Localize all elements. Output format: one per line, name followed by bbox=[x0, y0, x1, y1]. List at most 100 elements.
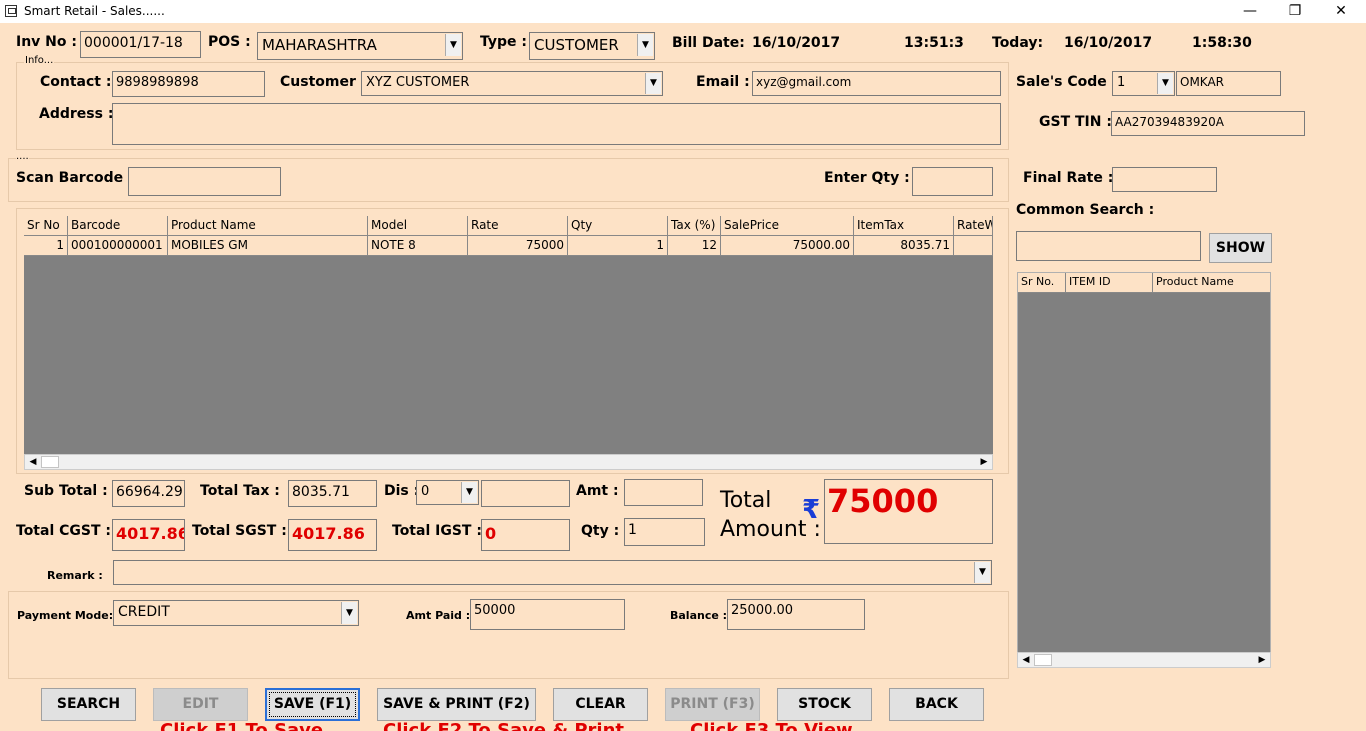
amt-field[interactable] bbox=[624, 479, 703, 506]
grid-header-tax[interactable]: Tax (%) bbox=[668, 216, 721, 236]
balance-field[interactable]: 25000.00 bbox=[727, 599, 865, 630]
grid-cell-item-tax[interactable]: 8035.71 bbox=[854, 236, 954, 256]
bill-date-label: Bill Date: bbox=[672, 35, 745, 51]
grid-cell-barcode[interactable]: 000100000001 bbox=[68, 236, 168, 256]
chevron-down-icon[interactable]: ▼ bbox=[637, 34, 653, 56]
qty-total-label: Qty : bbox=[581, 523, 620, 539]
grid-header-item-tax[interactable]: ItemTax bbox=[854, 216, 954, 236]
total-tax-field[interactable]: 8035.71 bbox=[288, 480, 377, 507]
total-cgst-field[interactable]: 4017.86 bbox=[112, 519, 185, 551]
today-label: Today: bbox=[992, 35, 1044, 51]
hint-save-print: Click F2 To Save & Print bbox=[383, 720, 625, 731]
address-field[interactable] bbox=[112, 103, 1001, 145]
pos-label: POS : bbox=[208, 34, 251, 50]
chevron-down-icon[interactable]: ▼ bbox=[1157, 73, 1173, 94]
customer-select-value: XYZ CUSTOMER bbox=[366, 75, 470, 90]
items-grid[interactable]: Sr No Barcode Product Name Model Rate Qt… bbox=[24, 216, 993, 455]
back-button[interactable]: BACK bbox=[889, 688, 984, 721]
grid-cell-rate[interactable]: 75000 bbox=[468, 236, 568, 256]
search-grid-hscrollbar[interactable]: ◀ ▶ bbox=[1017, 652, 1271, 668]
contact-label: Contact : bbox=[40, 74, 112, 90]
scroll-right-icon[interactable]: ▶ bbox=[1254, 653, 1270, 667]
show-button[interactable]: SHOW bbox=[1209, 233, 1272, 263]
sales-code-select[interactable]: 1 ▼ bbox=[1112, 71, 1175, 96]
grid-header-model[interactable]: Model bbox=[368, 216, 468, 236]
final-rate-input[interactable] bbox=[1112, 167, 1217, 192]
gst-tin-field[interactable]: AA27039483920A bbox=[1111, 111, 1305, 136]
scroll-left-icon[interactable]: ◀ bbox=[1018, 653, 1034, 667]
remark-select[interactable]: ▼ bbox=[113, 560, 992, 585]
pos-select[interactable]: MAHARASHTRA ▼ bbox=[257, 32, 463, 60]
scroll-right-icon[interactable]: ▶ bbox=[976, 455, 992, 469]
common-search-input[interactable] bbox=[1016, 231, 1201, 261]
discount-select[interactable]: 0 ▼ bbox=[416, 480, 479, 505]
chevron-down-icon[interactable]: ▼ bbox=[974, 562, 990, 583]
email-field[interactable]: xyz@gmail.com bbox=[752, 71, 1001, 96]
enter-qty-label: Enter Qty : bbox=[824, 170, 910, 186]
common-search-label: Common Search : bbox=[1016, 202, 1155, 218]
address-label: Address : bbox=[39, 106, 114, 122]
payment-mode-value: CREDIT bbox=[118, 604, 170, 620]
grid-header-product-name[interactable]: Product Name bbox=[168, 216, 368, 236]
close-icon[interactable]: ✕ bbox=[1318, 1, 1364, 22]
chevron-down-icon[interactable]: ▼ bbox=[461, 482, 477, 503]
inv-no-field[interactable]: 000001/17-18 bbox=[80, 31, 201, 58]
total-igst-field[interactable]: 0 bbox=[481, 519, 570, 551]
today-time-value: 1:58:30 bbox=[1192, 35, 1252, 51]
scan-barcode-label: Scan Barcode : bbox=[16, 170, 134, 186]
sub-total-label: Sub Total : bbox=[24, 483, 108, 499]
scroll-thumb[interactable] bbox=[1034, 654, 1052, 666]
grid-header-qty[interactable]: Qty bbox=[568, 216, 668, 236]
search-header-item-id[interactable]: ITEM ID bbox=[1066, 273, 1153, 293]
qty-total-field[interactable]: 1 bbox=[624, 518, 705, 546]
grid-header-barcode[interactable]: Barcode bbox=[68, 216, 168, 236]
payment-mode-select[interactable]: CREDIT ▼ bbox=[113, 600, 359, 626]
chevron-down-icon[interactable]: ▼ bbox=[445, 34, 461, 56]
search-results-grid[interactable]: Sr No. ITEM ID Product Name bbox=[1017, 272, 1271, 653]
total-amount-field[interactable]: 75000 bbox=[824, 479, 993, 544]
amt-paid-field[interactable]: 50000 bbox=[470, 599, 625, 630]
search-header-product-name[interactable]: Product Name bbox=[1153, 273, 1270, 293]
discount-amount-field[interactable] bbox=[481, 480, 570, 507]
grid-cell-sale-price[interactable]: 75000.00 bbox=[721, 236, 854, 256]
enter-qty-input[interactable] bbox=[912, 167, 993, 196]
grid-cell-model[interactable]: NOTE 8 bbox=[368, 236, 468, 256]
total-tax-label: Total Tax : bbox=[200, 483, 280, 499]
type-select[interactable]: CUSTOMER ▼ bbox=[529, 32, 655, 60]
items-grid-hscrollbar[interactable]: ◀ ▶ bbox=[24, 454, 993, 470]
scroll-thumb[interactable] bbox=[41, 456, 59, 468]
grid-cell-rate-w[interactable] bbox=[954, 236, 993, 256]
customer-select[interactable]: XYZ CUSTOMER ▼ bbox=[361, 71, 663, 96]
chevron-down-icon[interactable]: ▼ bbox=[341, 602, 357, 624]
total-sgst-field[interactable]: 4017.86 bbox=[288, 519, 377, 551]
grid-header-sale-price[interactable]: SalePrice bbox=[721, 216, 854, 236]
grid-cell-qty[interactable]: 1 bbox=[568, 236, 668, 256]
grid-cell-tax[interactable]: 12 bbox=[668, 236, 721, 256]
grid-cell-sr-no[interactable]: 1 bbox=[24, 236, 68, 256]
search-header-sr-no[interactable]: Sr No. bbox=[1018, 273, 1066, 293]
scan-barcode-input[interactable] bbox=[128, 167, 281, 196]
clear-button[interactable]: CLEAR bbox=[553, 688, 648, 721]
restore-icon[interactable]: ❐ bbox=[1272, 1, 1318, 22]
save-button[interactable]: SAVE (F1) bbox=[265, 688, 360, 721]
print-button[interactable]: PRINT (F3) bbox=[665, 688, 760, 721]
save-print-button[interactable]: SAVE & PRINT (F2) bbox=[377, 688, 536, 721]
scroll-left-icon[interactable]: ◀ bbox=[25, 455, 41, 469]
grid-header-sr-no[interactable]: Sr No bbox=[24, 216, 68, 236]
grid-cell-product-name[interactable]: MOBILES GM bbox=[168, 236, 368, 256]
sales-code-value: 1 bbox=[1117, 75, 1126, 90]
minimize-icon[interactable]: — bbox=[1227, 1, 1273, 22]
sub-total-field[interactable]: 66964.29 bbox=[112, 480, 185, 507]
sales-code-label: Sale's Code : bbox=[1016, 74, 1118, 90]
search-button[interactable]: SEARCH bbox=[41, 688, 136, 721]
contact-field[interactable]: 9898989898 bbox=[112, 71, 265, 97]
grid-header-rate-w[interactable]: RateW bbox=[954, 216, 993, 236]
stock-button[interactable]: STOCK bbox=[777, 688, 872, 721]
total-sgst-label: Total SGST : bbox=[192, 523, 287, 539]
edit-button[interactable]: EDIT bbox=[153, 688, 248, 721]
grid-header-rate[interactable]: Rate bbox=[468, 216, 568, 236]
gst-tin-label: GST TIN : bbox=[1039, 114, 1112, 130]
sales-person-field[interactable]: OMKAR bbox=[1176, 71, 1281, 96]
type-label: Type : bbox=[480, 34, 528, 50]
chevron-down-icon[interactable]: ▼ bbox=[645, 73, 661, 94]
